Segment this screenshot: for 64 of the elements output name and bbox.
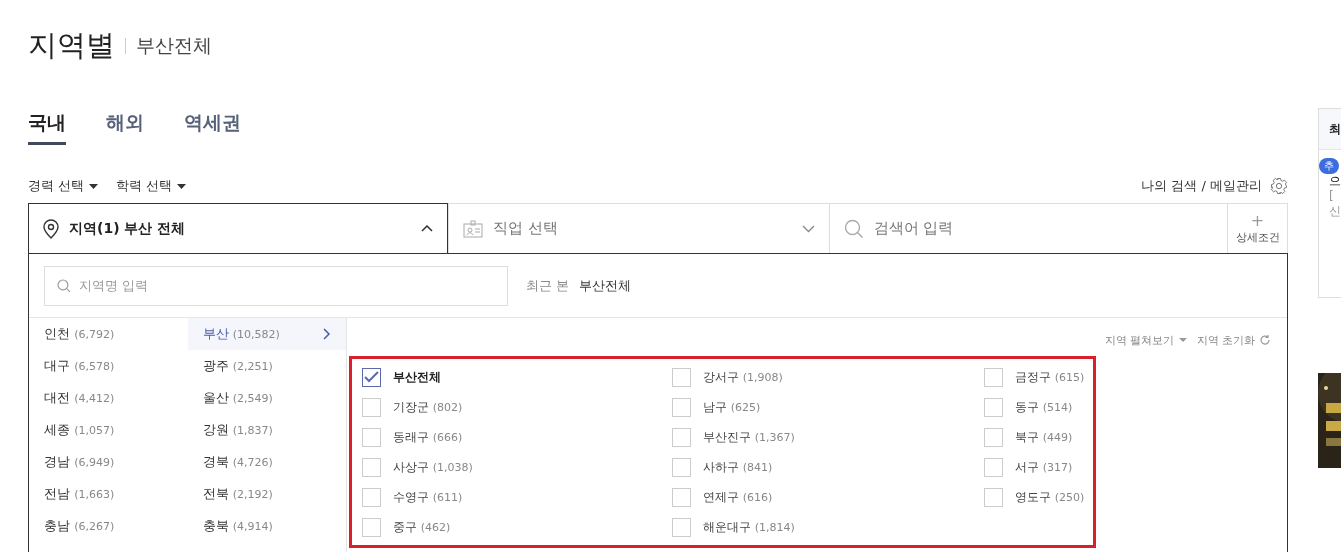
region-item[interactable]: 충남 (6,267) [44, 510, 188, 542]
reset-regions-button[interactable]: 지역 초기화 [1196, 332, 1271, 348]
caret-icon [177, 183, 187, 189]
filter-dropdown[interactable]: 학력 선택 [116, 177, 187, 195]
district-checkbox[interactable]: 북구 (449) [984, 422, 1093, 452]
side-text: 으 [1328, 174, 1341, 189]
filter-dropdown[interactable]: 경력 선택 [28, 177, 99, 195]
region-item[interactable]: 경남 (6,949) [44, 446, 188, 478]
search-icon [57, 278, 71, 293]
region-item[interactable]: 경북 (4,726) [187, 446, 346, 478]
tab[interactable]: 국내 [28, 110, 66, 145]
district-checkbox[interactable]: 부산진구 (1,367) [672, 422, 984, 452]
refresh-icon [1259, 334, 1271, 346]
caret-icon [1178, 338, 1187, 342]
region-item[interactable]: 부산 (10,582) [187, 318, 346, 350]
recent-label: 최근 본 [526, 276, 570, 295]
district-checkbox[interactable]: 금정구 (615) [984, 362, 1093, 392]
region-search-field[interactable]: 지역명 입력 [44, 265, 508, 306]
district-checkbox[interactable]: 해운대구 (1,814) [672, 512, 984, 542]
chevron-down-icon [801, 224, 815, 233]
district-checkbox[interactable]: 사하구 (841) [672, 452, 984, 482]
region-item[interactable]: 세종 (1,057) [44, 414, 188, 446]
region-item[interactable]: 울산 (2,549) [187, 382, 346, 414]
side-tab[interactable]: 최 [1319, 109, 1341, 150]
job-selector[interactable]: 직업 선택 [448, 204, 829, 253]
region-selector[interactable]: 지역(1) 부산 전체 [28, 203, 448, 253]
chevron-right-icon [323, 328, 331, 340]
tab[interactable]: 해외 [106, 110, 144, 145]
district-checkbox[interactable]: 영도구 (250) [984, 482, 1093, 512]
my-search-link[interactable]: 나의 검색 / 메일관리 [1141, 177, 1288, 195]
district-checkbox[interactable]: 기장군 (802) [362, 392, 672, 422]
region-item[interactable]: 대구 (6,578) [44, 350, 188, 382]
district-checkbox[interactable]: 사상구 (1,038) [362, 452, 672, 482]
district-checkbox[interactable]: 동구 (514) [984, 392, 1093, 422]
recommend-badge: 추 [1319, 158, 1339, 174]
page-subtitle: 부산전체 [136, 33, 212, 58]
district-checkbox[interactable]: 수영구 (611) [362, 482, 672, 512]
region-item[interactable]: 충북 (4,914) [187, 510, 346, 542]
region-item[interactable]: 광주 (2,251) [187, 350, 346, 382]
page-title: 지역별 [28, 27, 115, 64]
region-item[interactable]: 강원 (1,837) [187, 414, 346, 446]
chevron-up-icon [421, 225, 433, 232]
district-checkbox[interactable]: 연제구 (616) [672, 482, 984, 512]
tab[interactable]: 역세권 [184, 110, 241, 145]
region-item[interactable]: 전남 (1,663) [44, 478, 188, 510]
region-item[interactable]: 대전 (4,412) [44, 382, 188, 414]
district-checkbox[interactable]: 서구 (317) [984, 452, 1093, 482]
district-checkbox[interactable]: 동래구 (666) [362, 422, 672, 452]
caret-icon [89, 183, 99, 189]
region-item[interactable]: 인천 (6,792) [44, 318, 188, 350]
district-checkbox[interactable]: 부산전체 [362, 362, 672, 392]
search-icon [843, 218, 864, 239]
region-item[interactable]: 전북 (2,192) [187, 478, 346, 510]
settings-icon [1270, 177, 1288, 195]
district-checkbox[interactable]: 강서구 (1,908) [672, 362, 984, 392]
expand-regions-button[interactable]: 지역 펼쳐보기 [1105, 332, 1187, 348]
location-pin-icon [43, 218, 59, 239]
id-card-icon [463, 219, 483, 238]
side-text: [ [1328, 189, 1335, 204]
district-checkbox[interactable]: 남구 (625) [672, 392, 984, 422]
district-checkbox[interactable]: 중구 (462) [362, 512, 672, 542]
side-text: 신 [1328, 204, 1341, 219]
recent-region-link[interactable]: 부산전체 [579, 276, 632, 295]
checkmark-icon [364, 371, 379, 383]
